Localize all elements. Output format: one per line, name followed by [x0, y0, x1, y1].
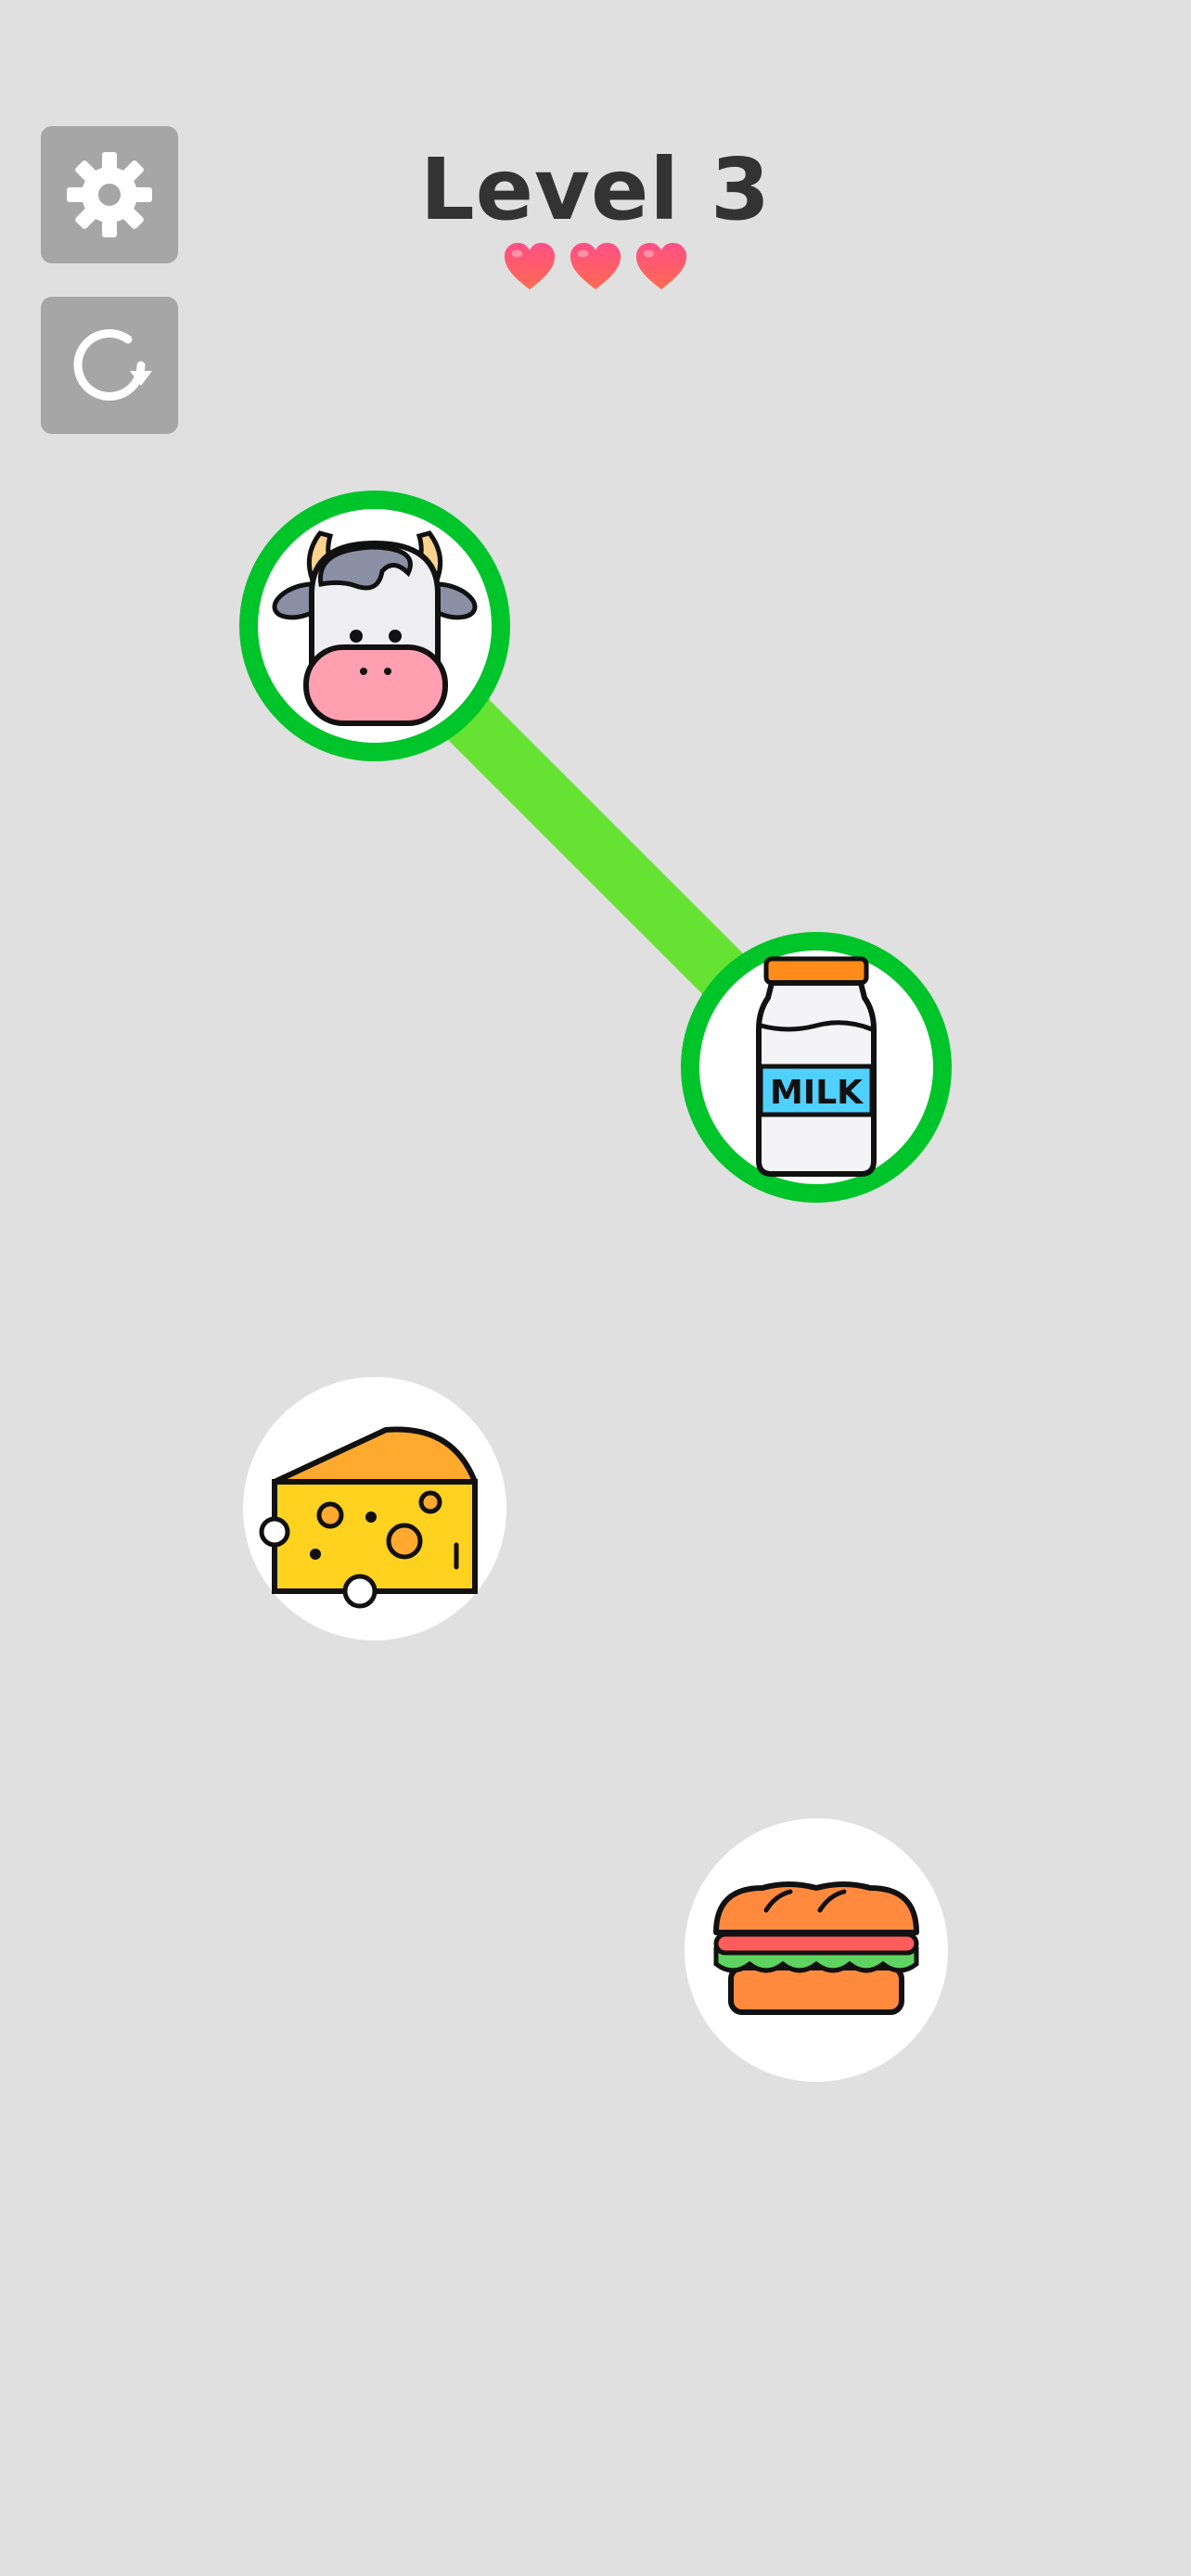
milk-bottle-icon: MILK — [756, 956, 877, 1177]
milk-node[interactable]: MILK — [681, 932, 952, 1203]
sandwich-icon — [713, 1881, 919, 2015]
cheese-node[interactable] — [243, 1377, 506, 1640]
sandwich-node[interactable] — [685, 1818, 948, 2082]
game-screen: Level 3 MILK — [0, 0, 1191, 2576]
cow-node[interactable] — [239, 491, 510, 761]
milk-label: MILK — [770, 1074, 864, 1112]
game-board: MILK — [239, 491, 952, 2082]
